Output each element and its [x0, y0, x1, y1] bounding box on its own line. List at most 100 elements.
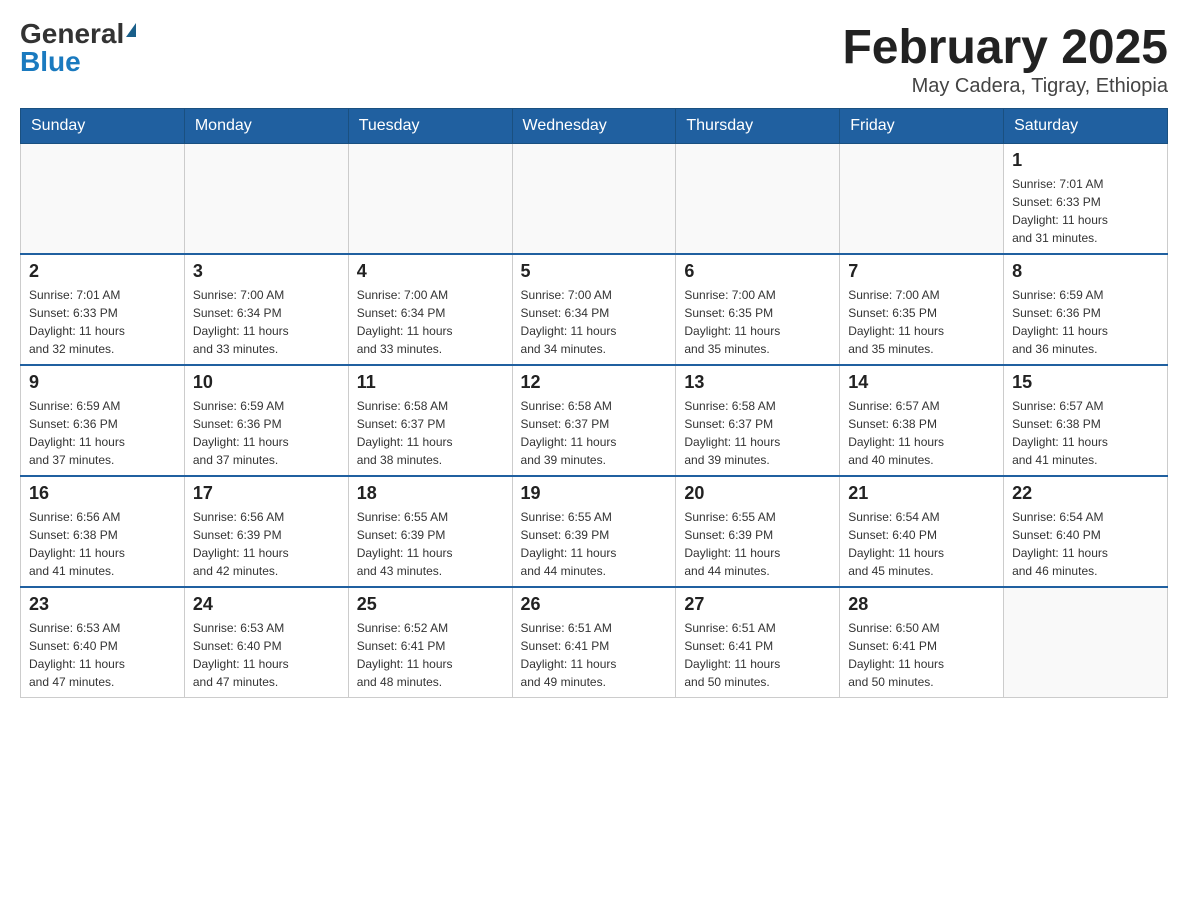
- day-number: 20: [684, 483, 831, 504]
- calendar-cell: 26Sunrise: 6:51 AMSunset: 6:41 PMDayligh…: [512, 587, 676, 698]
- calendar-cell: 27Sunrise: 6:51 AMSunset: 6:41 PMDayligh…: [676, 587, 840, 698]
- day-info: Sunrise: 7:00 AMSunset: 6:34 PMDaylight:…: [521, 286, 668, 358]
- calendar-cell: 13 Sunrise: 6:58 AMSunset: 6:37 PMDayligh…: [676, 365, 840, 476]
- day-info: Sunrise: 6:55 AMSunset: 6:39 PMDaylight:…: [684, 508, 831, 580]
- calendar-week-4: 16Sunrise: 6:56 AMSunset: 6:38 PMDayligh…: [21, 476, 1168, 587]
- calendar-cell: 5 Sunrise: 7:00 AMSunset: 6:34 PMDaylight…: [512, 254, 676, 365]
- day-number: 18: [357, 483, 504, 504]
- calendar-cell: 3 Sunrise: 7:00 AMSunset: 6:34 PMDaylight…: [184, 254, 348, 365]
- calendar-week-1: 1 Sunrise: 7:01 AMSunset: 6:33 PMDaylight…: [21, 144, 1168, 255]
- day-number: 22: [1012, 483, 1159, 504]
- logo-general-text: General: [20, 20, 124, 48]
- calendar-cell: 6 Sunrise: 7:00 AMSunset: 6:35 PMDaylight…: [676, 254, 840, 365]
- calendar-cell: [21, 144, 185, 255]
- calendar-cell: 19Sunrise: 6:55 AMSunset: 6:39 PMDayligh…: [512, 476, 676, 587]
- calendar-table: SundayMondayTuesdayWednesdayThursdayFrid…: [20, 108, 1168, 698]
- calendar-cell: 23 Sunrise: 6:53 AMSunset: 6:40 PMDayligh…: [21, 587, 185, 698]
- day-info: Sunrise: 6:52 AMSunset: 6:41 PMDaylight:…: [357, 619, 504, 691]
- calendar-cell: 14 Sunrise: 6:57 AMSunset: 6:38 PMDayligh…: [840, 365, 1004, 476]
- day-info: Sunrise: 7:01 AMSunset: 6:33 PMDaylight:…: [1012, 175, 1159, 247]
- calendar-week-5: 23 Sunrise: 6:53 AMSunset: 6:40 PMDayligh…: [21, 587, 1168, 698]
- calendar-cell: 21 Sunrise: 6:54 AMSunset: 6:40 PMDayligh…: [840, 476, 1004, 587]
- day-number: 6: [684, 261, 831, 282]
- day-info: Sunrise: 6:58 AMSunset: 6:37 PMDaylight:…: [521, 397, 668, 469]
- calendar-cell: 12 Sunrise: 6:58 AMSunset: 6:37 PMDayligh…: [512, 365, 676, 476]
- day-info: Sunrise: 7:01 AMSunset: 6:33 PMDaylight:…: [29, 286, 176, 358]
- day-number: 5: [521, 261, 668, 282]
- day-info: Sunrise: 6:59 AMSunset: 6:36 PMDaylight:…: [29, 397, 176, 469]
- calendar-header-sunday: Sunday: [21, 109, 185, 144]
- day-info: Sunrise: 6:55 AMSunset: 6:39 PMDaylight:…: [521, 508, 668, 580]
- calendar-cell: [348, 144, 512, 255]
- day-info: Sunrise: 6:59 AMSunset: 6:36 PMDaylight:…: [1012, 286, 1159, 358]
- calendar-cell: 20 Sunrise: 6:55 AMSunset: 6:39 PMDayligh…: [676, 476, 840, 587]
- calendar-cell: 16Sunrise: 6:56 AMSunset: 6:38 PMDayligh…: [21, 476, 185, 587]
- day-number: 1: [1012, 150, 1159, 171]
- day-info: Sunrise: 6:58 AMSunset: 6:37 PMDaylight:…: [684, 397, 831, 469]
- day-info: Sunrise: 7:00 AMSunset: 6:35 PMDaylight:…: [848, 286, 995, 358]
- calendar-cell: [840, 144, 1004, 255]
- day-info: Sunrise: 6:59 AMSunset: 6:36 PMDaylight:…: [193, 397, 340, 469]
- day-info: Sunrise: 6:57 AMSunset: 6:38 PMDaylight:…: [1012, 397, 1159, 469]
- day-number: 26: [521, 594, 668, 615]
- day-info: Sunrise: 6:53 AMSunset: 6:40 PMDaylight:…: [29, 619, 176, 691]
- calendar-cell: 28 Sunrise: 6:50 AMSunset: 6:41 PMDayligh…: [840, 587, 1004, 698]
- calendar-header-wednesday: Wednesday: [512, 109, 676, 144]
- day-number: 8: [1012, 261, 1159, 282]
- calendar-cell: 24 Sunrise: 6:53 AMSunset: 6:40 PMDayligh…: [184, 587, 348, 698]
- calendar-cell: [1004, 587, 1168, 698]
- day-number: 11: [357, 372, 504, 393]
- day-number: 14: [848, 372, 995, 393]
- day-info: Sunrise: 6:58 AMSunset: 6:37 PMDaylight:…: [357, 397, 504, 469]
- calendar-cell: 17 Sunrise: 6:56 AMSunset: 6:39 PMDayligh…: [184, 476, 348, 587]
- calendar-header-row: SundayMondayTuesdayWednesdayThursdayFrid…: [21, 109, 1168, 144]
- calendar-header-monday: Monday: [184, 109, 348, 144]
- calendar-header-tuesday: Tuesday: [348, 109, 512, 144]
- day-info: Sunrise: 6:50 AMSunset: 6:41 PMDaylight:…: [848, 619, 995, 691]
- calendar-cell: 25 Sunrise: 6:52 AMSunset: 6:41 PMDayligh…: [348, 587, 512, 698]
- calendar-cell: 4 Sunrise: 7:00 AMSunset: 6:34 PMDaylight…: [348, 254, 512, 365]
- day-number: 15: [1012, 372, 1159, 393]
- day-number: 2: [29, 261, 176, 282]
- day-number: 28: [848, 594, 995, 615]
- page-header: General Blue February 2025 May Cadera, T…: [20, 20, 1168, 98]
- day-info: Sunrise: 6:56 AMSunset: 6:39 PMDaylight:…: [193, 508, 340, 580]
- day-info: Sunrise: 6:57 AMSunset: 6:38 PMDaylight:…: [848, 397, 995, 469]
- day-info: Sunrise: 6:51 AMSunset: 6:41 PMDaylight:…: [684, 619, 831, 691]
- day-number: 3: [193, 261, 340, 282]
- day-number: 17: [193, 483, 340, 504]
- day-number: 10: [193, 372, 340, 393]
- calendar-cell: 1 Sunrise: 7:01 AMSunset: 6:33 PMDaylight…: [1004, 144, 1168, 255]
- logo: General Blue: [20, 20, 136, 76]
- calendar-header-thursday: Thursday: [676, 109, 840, 144]
- day-info: Sunrise: 6:54 AMSunset: 6:40 PMDaylight:…: [1012, 508, 1159, 580]
- day-info: Sunrise: 7:00 AMSunset: 6:34 PMDaylight:…: [357, 286, 504, 358]
- title-block: February 2025 May Cadera, Tigray, Ethiop…: [842, 20, 1168, 98]
- day-number: 4: [357, 261, 504, 282]
- day-info: Sunrise: 6:53 AMSunset: 6:40 PMDaylight:…: [193, 619, 340, 691]
- calendar-header-saturday: Saturday: [1004, 109, 1168, 144]
- day-number: 7: [848, 261, 995, 282]
- day-number: 12: [521, 372, 668, 393]
- day-info: Sunrise: 7:00 AMSunset: 6:34 PMDaylight:…: [193, 286, 340, 358]
- day-number: 21: [848, 483, 995, 504]
- calendar-cell: 8 Sunrise: 6:59 AMSunset: 6:36 PMDaylight…: [1004, 254, 1168, 365]
- calendar-cell: [184, 144, 348, 255]
- day-info: Sunrise: 6:55 AMSunset: 6:39 PMDaylight:…: [357, 508, 504, 580]
- day-info: Sunrise: 7:00 AMSunset: 6:35 PMDaylight:…: [684, 286, 831, 358]
- calendar-week-2: 2 Sunrise: 7:01 AMSunset: 6:33 PMDaylight…: [21, 254, 1168, 365]
- day-info: Sunrise: 6:56 AMSunset: 6:38 PMDaylight:…: [29, 508, 176, 580]
- day-number: 24: [193, 594, 340, 615]
- day-number: 23: [29, 594, 176, 615]
- calendar-header-friday: Friday: [840, 109, 1004, 144]
- day-number: 13: [684, 372, 831, 393]
- day-number: 25: [357, 594, 504, 615]
- calendar-week-3: 9Sunrise: 6:59 AMSunset: 6:36 PMDaylight…: [21, 365, 1168, 476]
- calendar-subtitle: May Cadera, Tigray, Ethiopia: [842, 75, 1168, 98]
- calendar-cell: [512, 144, 676, 255]
- calendar-cell: 11 Sunrise: 6:58 AMSunset: 6:37 PMDayligh…: [348, 365, 512, 476]
- calendar-cell: 2 Sunrise: 7:01 AMSunset: 6:33 PMDaylight…: [21, 254, 185, 365]
- calendar-cell: 15 Sunrise: 6:57 AMSunset: 6:38 PMDayligh…: [1004, 365, 1168, 476]
- day-info: Sunrise: 6:54 AMSunset: 6:40 PMDaylight:…: [848, 508, 995, 580]
- calendar-cell: 22 Sunrise: 6:54 AMSunset: 6:40 PMDayligh…: [1004, 476, 1168, 587]
